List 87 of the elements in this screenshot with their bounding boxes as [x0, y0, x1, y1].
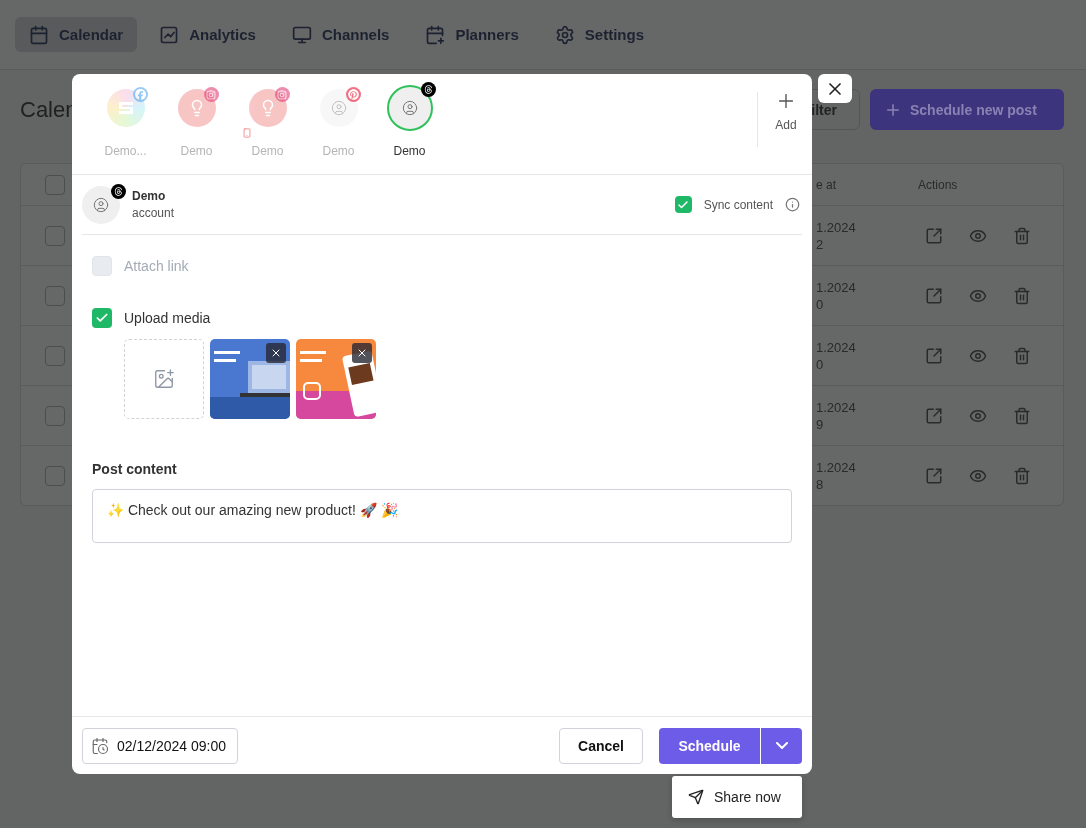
- row-checkbox[interactable]: [45, 345, 65, 366]
- trash-icon[interactable]: [1013, 406, 1031, 425]
- check-icon: [95, 311, 109, 325]
- settings-icon: [554, 24, 575, 45]
- account-name: Demo: [132, 189, 167, 203]
- calendar-icon: [29, 24, 49, 45]
- row-checkbox[interactable]: [45, 405, 65, 426]
- account-name[interactable]: Demo: [251, 144, 284, 158]
- date-text: 1.2024: [816, 458, 857, 476]
- instagram-badge-icon: [274, 87, 290, 102]
- tab-label: Analytics: [189, 26, 256, 43]
- remove-media-button[interactable]: [352, 343, 372, 363]
- option-checkbox[interactable]: [92, 308, 112, 328]
- post-content-label: Post content: [92, 461, 178, 477]
- open-link-icon[interactable]: [925, 286, 943, 305]
- time-text: 0: [816, 355, 825, 373]
- sync-content-checkbox[interactable]: [674, 196, 692, 213]
- date-text: 1.2024: [816, 278, 857, 296]
- schedule-options-button[interactable]: [761, 727, 802, 764]
- account-name[interactable]: Demo: [322, 144, 355, 158]
- column-header: e at: [816, 177, 837, 192]
- account-name[interactable]: Demo: [180, 144, 213, 158]
- phone-icon: [241, 128, 252, 138]
- open-link-icon[interactable]: [925, 406, 943, 425]
- instagram-badge-icon: [203, 87, 219, 102]
- post-content-field[interactable]: ✨ Check out our amazing new product! 🚀 🎉: [92, 489, 792, 543]
- date-text: 1.2024: [816, 398, 857, 416]
- row-checkbox[interactable]: [45, 465, 65, 486]
- date-picker-button[interactable]: 02/12/2024 09:00: [82, 727, 238, 764]
- account-name[interactable]: Demo...: [104, 144, 147, 158]
- option-label: Upload media: [124, 310, 211, 326]
- time-text: 2: [816, 235, 825, 253]
- time-text: 9: [816, 415, 825, 433]
- option-label: Attach link: [124, 258, 189, 274]
- remove-media-button[interactable]: [266, 343, 286, 363]
- select-all-checkbox[interactable]: [45, 174, 65, 195]
- logo-icon: [116, 100, 135, 116]
- monitor-icon: [291, 24, 312, 45]
- date-text: 1.2024: [816, 218, 857, 236]
- nav-tab[interactable]: Channels: [277, 17, 404, 52]
- date-text: 1.2024: [816, 338, 857, 356]
- calendar-clock-icon: [91, 736, 109, 755]
- schedule-button[interactable]: Schedule: [659, 727, 760, 764]
- user-icon: [401, 100, 418, 116]
- tab-label: Channels: [321, 26, 390, 43]
- send-icon: [688, 789, 704, 805]
- cancel-button[interactable]: Cancel: [559, 727, 643, 764]
- sync-content-label: Sync content: [703, 197, 773, 212]
- nav-tab[interactable]: Planners: [411, 17, 533, 52]
- row-checkbox[interactable]: [45, 285, 65, 306]
- tab-label: Planners: [455, 26, 519, 43]
- calendar-plus-icon: [425, 24, 446, 45]
- trash-icon[interactable]: [1013, 346, 1031, 365]
- pinterest-badge-icon: [345, 87, 361, 102]
- check-icon: [677, 198, 690, 211]
- nav-tab[interactable]: Calendar: [15, 17, 138, 52]
- trash-icon[interactable]: [1013, 226, 1031, 245]
- threads-badge-icon: [111, 183, 126, 199]
- user-icon: [93, 196, 109, 213]
- image-plus-icon: [153, 368, 175, 390]
- menu-item[interactable]: Share now: [672, 776, 802, 818]
- chart-icon: [159, 24, 180, 45]
- user-icon: [330, 100, 347, 116]
- open-link-icon[interactable]: [925, 346, 943, 365]
- row-checkbox[interactable]: [45, 225, 65, 246]
- add-media-button[interactable]: [124, 339, 204, 419]
- account-subtitle: account: [132, 206, 176, 220]
- nav-tab[interactable]: Analytics: [145, 17, 270, 52]
- tab-label: Settings: [584, 26, 644, 43]
- open-link-icon[interactable]: [925, 466, 943, 485]
- caret-icon: [775, 742, 788, 749]
- trash-icon[interactable]: [1013, 466, 1031, 485]
- nav-tab[interactable]: Settings: [540, 17, 658, 52]
- account-name[interactable]: Demo: [393, 144, 426, 158]
- close-icon: [270, 347, 282, 359]
- column-header: Actions: [918, 177, 959, 192]
- tab-label: Calendar: [59, 26, 124, 43]
- add-account-button[interactable]: Add: [775, 90, 797, 132]
- time-text: 8: [816, 475, 825, 493]
- facebook-badge-icon: [132, 87, 148, 102]
- trash-icon[interactable]: [1013, 286, 1031, 305]
- open-link-icon[interactable]: [925, 226, 943, 245]
- time-text: 0: [816, 295, 825, 313]
- close-button[interactable]: [818, 74, 852, 103]
- info-icon[interactable]: [785, 197, 800, 212]
- close-icon: [356, 347, 368, 359]
- schedule-new-post-button[interactable]: Schedule new post: [870, 89, 1064, 130]
